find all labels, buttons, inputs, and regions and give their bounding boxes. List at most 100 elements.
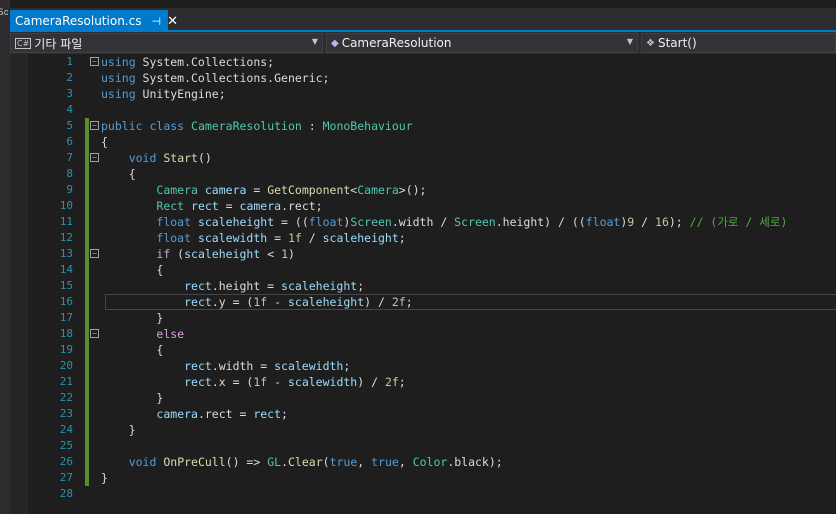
- code-line[interactable]: 25: [10, 438, 836, 454]
- code-text: Rect rect = camera.rect;: [156, 199, 323, 213]
- code-text: camera.rect = rect;: [156, 407, 288, 421]
- code-line[interactable]: 27}: [10, 470, 836, 486]
- code-line[interactable]: 28: [10, 486, 836, 502]
- code-text: {: [101, 167, 136, 181]
- line-number: 17: [59, 311, 73, 324]
- collapse-icon[interactable]: −: [90, 329, 99, 338]
- close-icon[interactable]: ✕: [167, 14, 178, 29]
- line-number: 23: [59, 407, 73, 420]
- line-number: 19: [59, 343, 73, 356]
- collapse-icon[interactable]: −: [90, 249, 99, 258]
- code-line[interactable]: 12 float scalewidth = 1f / scaleheight;: [10, 230, 836, 246]
- type-label: CameraResolution: [341, 36, 452, 50]
- code-line[interactable]: 22 }: [10, 390, 836, 406]
- change-marker: [85, 310, 89, 326]
- change-marker: [85, 470, 89, 486]
- code-text: using System.Collections.Generic;: [101, 71, 330, 85]
- code-line[interactable]: 3 using UnityEngine;: [10, 86, 836, 102]
- code-line[interactable]: 16 rect.y = (1f - scaleheight) / 2f;: [10, 294, 836, 310]
- line-number: 27: [59, 471, 73, 484]
- code-line[interactable]: 13 − if (scaleheight < 1): [10, 246, 836, 262]
- change-marker: [85, 262, 89, 278]
- code-text: void Start(): [128, 151, 212, 165]
- change-marker: [85, 278, 89, 294]
- chevron-down-icon: ▼: [626, 37, 633, 46]
- code-editor[interactable]: 1− using System.Collections; 2 using System…: [10, 54, 836, 514]
- change-marker: [85, 118, 89, 134]
- code-line[interactable]: 1 − using System.Collections;: [10, 54, 836, 70]
- code-line[interactable]: 2 using System.Collections.Generic;: [10, 70, 836, 86]
- line-number: 2: [66, 71, 73, 84]
- line-number: 26: [59, 455, 73, 468]
- code-text: Camera camera = GetComponent<Camera>();: [156, 183, 427, 197]
- code-line[interactable]: 10 Rect rect = camera.rect;: [10, 198, 836, 214]
- member-dropdown[interactable]: ❖ Start(): [641, 33, 836, 53]
- code-line[interactable]: 6{: [10, 134, 836, 150]
- code-line[interactable]: 26 void OnPreCull() => GL.Clear(true, tr…: [10, 454, 836, 470]
- csharp-file-icon: C#: [15, 37, 32, 49]
- code-line[interactable]: 8 {: [10, 166, 836, 182]
- code-line[interactable]: 4: [10, 102, 836, 118]
- code-line[interactable]: 11 float scaleheight = ((float)Screen.wi…: [10, 214, 836, 230]
- solution-explorer-strip[interactable]: Solution: [0, 0, 10, 514]
- class-icon: ◆: [331, 37, 339, 49]
- line-number: 9: [66, 183, 73, 196]
- change-marker: [85, 390, 89, 406]
- line-number: 8: [66, 167, 73, 180]
- line-number: 25: [59, 439, 73, 452]
- code-text: if (scaleheight < 1): [156, 247, 295, 261]
- line-number: 5: [66, 119, 73, 132]
- code-text: rect.y = (1f - scaleheight) / 2f;: [184, 295, 413, 309]
- code-text: else: [156, 327, 185, 341]
- line-number: 20: [59, 359, 73, 372]
- member-label: Start(): [657, 36, 697, 50]
- line-number: 13: [59, 247, 73, 260]
- method-icon: ❖: [646, 37, 655, 49]
- project-label: 기타 파일: [34, 36, 83, 51]
- code-line[interactable]: 21 rect.x = (1f - scalewidth) / 2f;: [10, 374, 836, 390]
- code-text: float scaleheight = ((float)Screen.width…: [156, 215, 788, 229]
- navigation-bar: C# 기타 파일 ▼ ◆ CameraResolution ▼ ❖ Start(…: [10, 32, 836, 54]
- code-line[interactable]: 18 − else: [10, 326, 836, 342]
- code-line[interactable]: 20 rect.width = scalewidth;: [10, 358, 836, 374]
- code-line[interactable]: 9 Camera camera = GetComponent<Camera>()…: [10, 182, 836, 198]
- code-line[interactable]: 24 }: [10, 422, 836, 438]
- code-line[interactable]: 23 camera.rect = rect;: [10, 406, 836, 422]
- code-text: public class CameraResolution : MonoBeha…: [101, 119, 413, 133]
- collapse-icon[interactable]: −: [90, 121, 99, 130]
- code-text: }: [101, 311, 164, 325]
- code-text: void OnPreCull() => GL.Clear(true, true,…: [128, 455, 503, 469]
- code-line[interactable]: 17 }: [10, 310, 836, 326]
- project-dropdown[interactable]: C# 기타 파일 ▼: [10, 33, 323, 53]
- collapse-icon[interactable]: −: [90, 153, 99, 162]
- change-marker: [85, 438, 89, 454]
- change-marker: [85, 230, 89, 246]
- sidebar-label: Solution: [0, 8, 8, 18]
- chevron-down-icon: ▼: [311, 37, 318, 46]
- code-text: }: [101, 471, 108, 485]
- change-marker: [85, 358, 89, 374]
- code-text: rect.x = (1f - scalewidth) / 2f;: [184, 375, 406, 389]
- line-number: 7: [66, 151, 73, 164]
- code-line[interactable]: 14 {: [10, 262, 836, 278]
- change-marker: [85, 374, 89, 390]
- pin-icon[interactable]: ⊣: [151, 15, 161, 28]
- code-text: rect.width = scalewidth;: [184, 359, 351, 373]
- change-marker: [85, 182, 89, 198]
- line-number: 18: [59, 327, 73, 340]
- code-line[interactable]: 19 {: [10, 342, 836, 358]
- line-number: 3: [66, 87, 73, 100]
- change-marker: [85, 454, 89, 470]
- code-line[interactable]: 5 − public class CameraResolution : MonoBe…: [10, 118, 836, 134]
- line-number: 15: [59, 279, 73, 292]
- collapse-icon[interactable]: −: [90, 57, 99, 66]
- code-line[interactable]: 15 rect.height = scaleheight;: [10, 278, 836, 294]
- change-marker: [85, 198, 89, 214]
- line-number: 16: [59, 295, 73, 308]
- tab-camera-resolution[interactable]: CameraResolution.cs ⊣ ✕: [10, 10, 178, 32]
- type-dropdown[interactable]: ◆ CameraResolution ▼: [326, 33, 638, 53]
- code-line[interactable]: 7 − void Start(): [10, 150, 836, 166]
- line-number: 22: [59, 391, 73, 404]
- change-marker: [85, 422, 89, 438]
- change-marker: [85, 134, 89, 150]
